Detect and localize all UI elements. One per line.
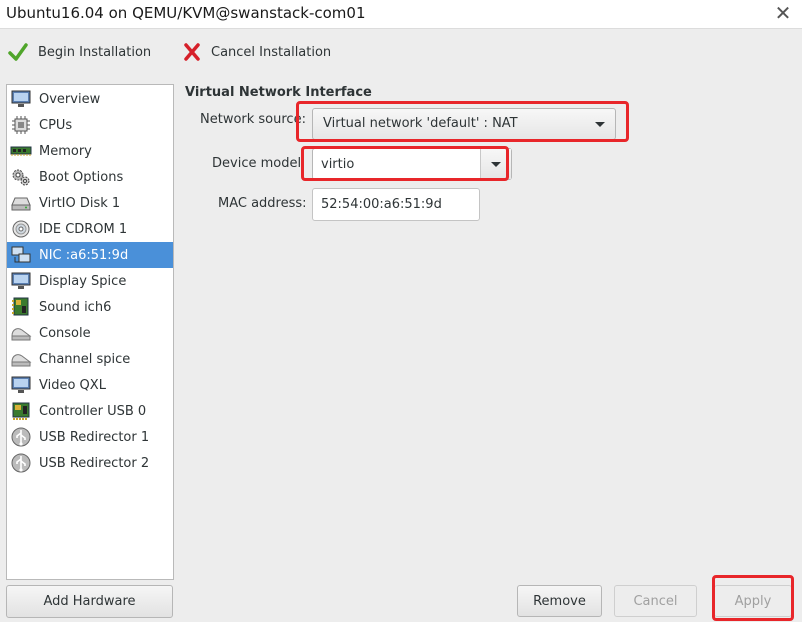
section-title: Virtual Network Interface <box>185 85 372 100</box>
sidebar-item-usb-redirector-1[interactable]: USB Redirector 1 <box>7 424 173 450</box>
cdrom-icon <box>10 218 32 240</box>
device-model-combo <box>312 148 512 180</box>
sidebar-item-usb-redirector-2[interactable]: USB Redirector 2 <box>7 450 173 476</box>
sidebar-item-console[interactable]: Console <box>7 320 173 346</box>
cross-icon <box>183 42 201 62</box>
remove-button[interactable]: Remove <box>517 585 602 617</box>
sidebar-item-label: Boot Options <box>39 169 124 185</box>
cpu-icon <box>10 114 32 136</box>
cancel-button[interactable]: Cancel <box>614 585 697 617</box>
cancel-installation-label: Cancel Installation <box>211 44 332 60</box>
gears-icon <box>10 166 32 188</box>
sidebar-item-label: USB Redirector 2 <box>39 455 150 471</box>
sidebar-item-cpus[interactable]: CPUs <box>7 112 173 138</box>
controller-icon <box>10 400 32 422</box>
sidebar-item-label: Channel spice <box>39 351 131 367</box>
disk-icon <box>10 192 32 214</box>
sidebar-item-label: USB Redirector 1 <box>39 429 150 445</box>
sidebar-item-nic[interactable]: NIC :a6:51:9d <box>7 242 173 268</box>
network-source-label: Network source: <box>200 112 306 127</box>
sidebar-item-label: NIC :a6:51:9d <box>39 247 129 263</box>
usb-icon <box>10 426 32 448</box>
sidebar-item-label: Sound ich6 <box>39 299 112 315</box>
sound-card-icon <box>10 296 32 318</box>
mac-address-input[interactable] <box>312 188 480 221</box>
monitor-icon <box>10 88 32 110</box>
network-source-select[interactable]: Virtual network 'default' : NAT <box>312 108 616 140</box>
begin-installation-button[interactable]: Begin Installation <box>8 39 151 65</box>
sidebar-item-boot-options[interactable]: Boot Options <box>7 164 173 190</box>
memory-icon <box>10 140 32 162</box>
video-icon <box>10 374 32 396</box>
apply-button[interactable]: Apply <box>714 585 792 617</box>
sidebar-item-overview[interactable]: Overview <box>7 86 173 112</box>
sidebar-item-display-spice[interactable]: Display Spice <box>7 268 173 294</box>
usb-icon <box>10 452 32 474</box>
sidebar-item-controller-usb[interactable]: Controller USB 0 <box>7 398 173 424</box>
sidebar-item-label: Overview <box>39 91 101 107</box>
checkmark-icon <box>8 42 28 62</box>
sidebar-item-memory[interactable]: Memory <box>7 138 173 164</box>
display-icon <box>10 270 32 292</box>
sidebar-item-label: Controller USB 0 <box>39 403 147 419</box>
sidebar-item-label: IDE CDROM 1 <box>39 221 128 237</box>
sidebar-item-label: CPUs <box>39 117 73 133</box>
console-icon <box>10 322 32 344</box>
close-icon[interactable]: ✕ <box>772 2 794 24</box>
chevron-down-icon <box>491 162 501 167</box>
chevron-down-icon <box>595 122 605 127</box>
network-source-value: Virtual network 'default' : NAT <box>323 116 518 131</box>
hardware-list: Overview CPUs Memory Boot Options VirtIO… <box>6 84 174 580</box>
window-titlebar: Ubuntu16.04 on QEMU/KVM@swanstack-com01 … <box>0 0 802 29</box>
toolbar: Begin Installation Cancel Installation <box>0 29 802 75</box>
sidebar-item-virtio-disk[interactable]: VirtIO Disk 1 <box>7 190 173 216</box>
device-model-input[interactable] <box>313 149 473 179</box>
cancel-installation-button[interactable]: Cancel Installation <box>183 39 331 65</box>
network-icon <box>10 244 32 266</box>
device-model-label: Device model: <box>212 156 306 171</box>
add-hardware-button[interactable]: Add Hardware <box>6 585 173 618</box>
mac-address-label: MAC address: <box>218 196 307 211</box>
sidebar-item-ide-cdrom[interactable]: IDE CDROM 1 <box>7 216 173 242</box>
sidebar-item-label: Video QXL <box>39 377 106 393</box>
sidebar-item-label: VirtIO Disk 1 <box>39 195 121 211</box>
sidebar-item-channel-spice[interactable]: Channel spice <box>7 346 173 372</box>
sidebar-item-sound[interactable]: Sound ich6 <box>7 294 173 320</box>
device-model-dropdown-button[interactable] <box>480 149 511 179</box>
window-title: Ubuntu16.04 on QEMU/KVM@swanstack-com01 <box>6 4 366 22</box>
begin-installation-label: Begin Installation <box>38 44 152 60</box>
sidebar-item-label: Console <box>39 325 91 341</box>
sidebar-item-label: Memory <box>39 143 92 159</box>
sidebar-item-label: Display Spice <box>39 273 127 289</box>
channel-icon <box>10 348 32 370</box>
sidebar-item-video-qxl[interactable]: Video QXL <box>7 372 173 398</box>
